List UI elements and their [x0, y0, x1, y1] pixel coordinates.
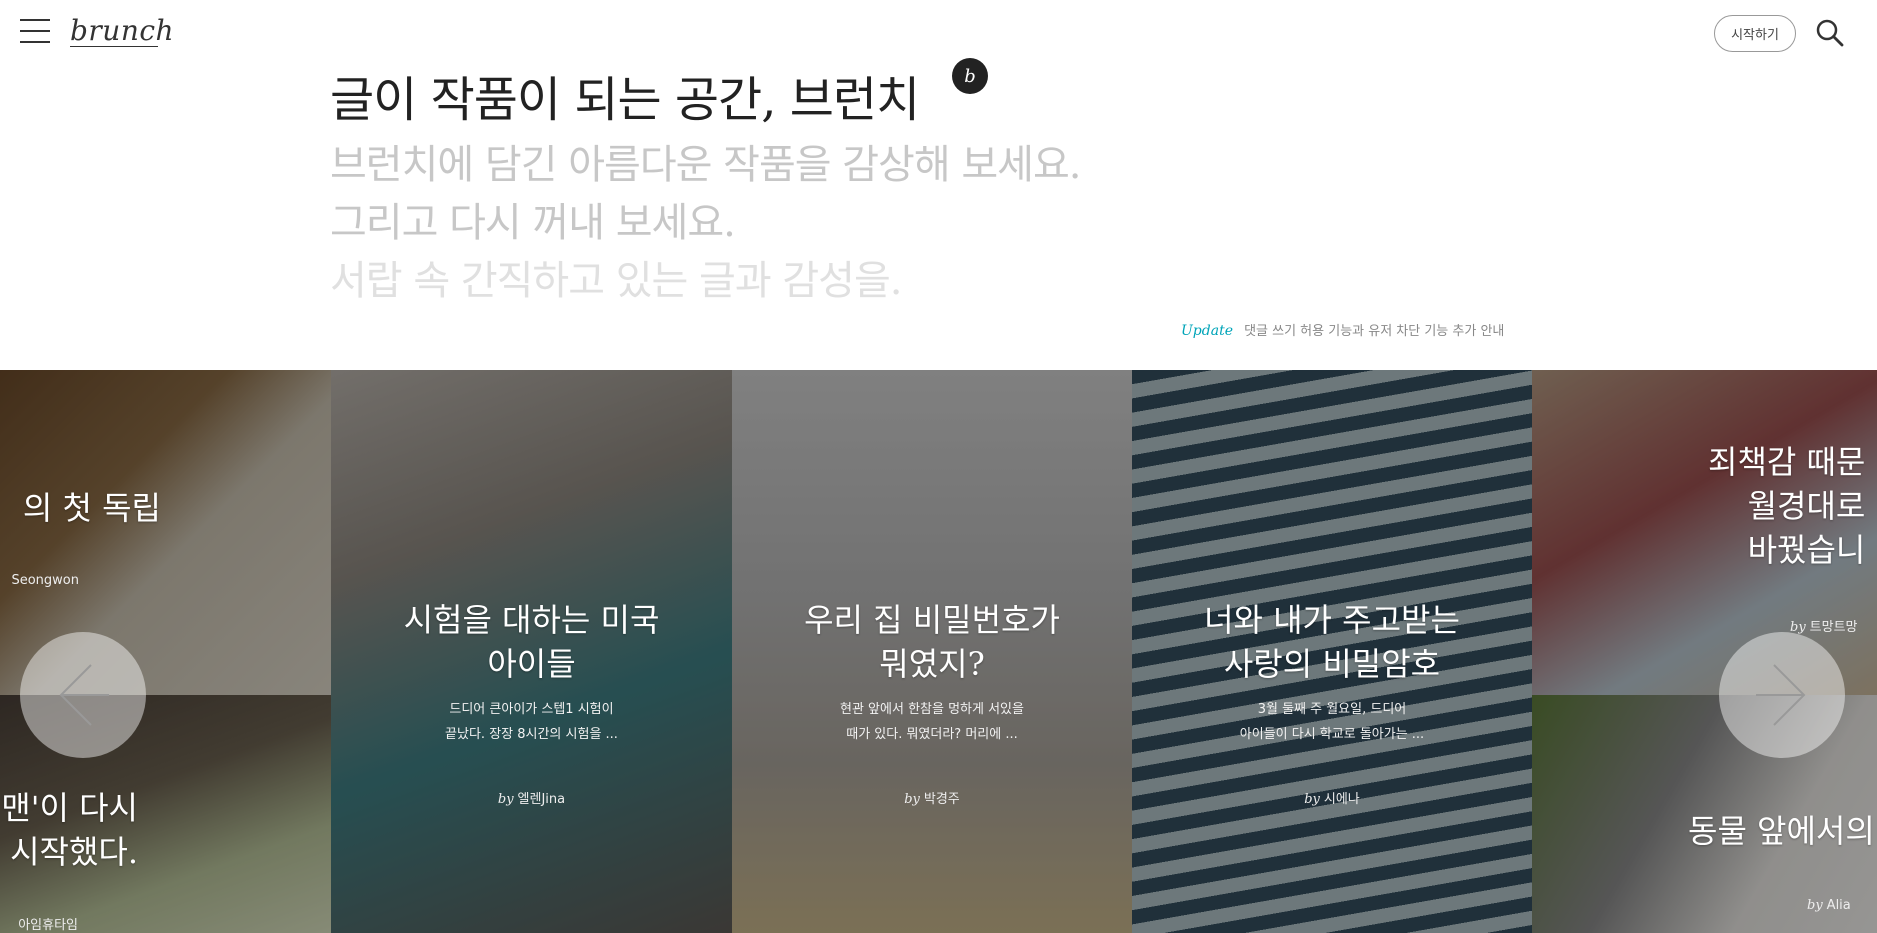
- card-desc-2: 때가 있다. 뭐였더라? 머리에 ...: [846, 727, 1018, 742]
- chevron-left-icon: [59, 664, 109, 726]
- update-notice: Update 댓글 쓰기 허용 기능과 유저 차단 기능 추가 안내: [1181, 320, 1504, 339]
- hero-line-3: 서랍 속 간직하고 있는 글과 감성을.: [330, 258, 902, 304]
- card-desc-2: 아이들이 다시 학교로 돌아가는 ...: [1239, 727, 1425, 742]
- card-title: 우리 집 비밀번호가 뭐였지?: [804, 601, 1060, 683]
- hamburger-icon: [20, 19, 50, 21]
- card-author: by Alia: [1807, 898, 1851, 913]
- brunch-logo[interactable]: brunch: [70, 14, 174, 47]
- logo-underline: [70, 46, 158, 47]
- card-desc-1: 3월 둘째 주 월요일, 드디어: [1257, 702, 1407, 717]
- hero-line-2: 그리고 다시 꺼내 보세요.: [330, 200, 736, 246]
- featured-cards: 의 첫 독립 Seongwon 맨'이 다시 시작했다. 아임휴타임 시험을 대…: [0, 370, 1877, 933]
- card-desc-1: 드디어 큰아이가 스텝1 시험이: [449, 702, 614, 717]
- search-button[interactable]: [1815, 18, 1845, 48]
- card-author: by 박경주: [904, 792, 960, 807]
- card-desc-1: 현관 앞에서 한참을 멍하게 서있을: [840, 702, 1024, 717]
- hero-title: 글이 작품이 되는 공간, 브런치: [330, 72, 920, 128]
- search-icon: [1816, 19, 1844, 47]
- card-desc-2: 끝났다. 장장 8시간의 시험을 ...: [445, 727, 618, 742]
- card-password[interactable]: 우리 집 비밀번호가 뭐였지? 현관 앞에서 한참을 멍하게 서있을 때가 있다…: [732, 370, 1132, 933]
- next-button[interactable]: [1719, 632, 1845, 758]
- card-title: 맨'이 다시 시작했다.: [1, 789, 138, 871]
- update-link[interactable]: 댓글 쓰기 허용 기능과 유저 차단 기능 추가 안내: [1244, 324, 1504, 339]
- start-button[interactable]: 시작하기: [1714, 15, 1796, 52]
- card-secret-code[interactable]: 너와 내가 주고받는 사랑의 비밀암호 3월 둘째 주 월요일, 드디어 아이들…: [1132, 370, 1532, 933]
- card-author: 아임휴타임: [18, 918, 78, 933]
- card-title: 시험을 대하는 미국 아이들: [403, 601, 660, 683]
- card-guilt[interactable]: 죄책감 때문 월경대로 바꿨습니 by 트망트망: [1532, 370, 1877, 695]
- card-title: 동물 앞에서의: [1688, 812, 1875, 850]
- card-title: 너와 내가 주고받는 사랑의 비밀암호: [1204, 601, 1460, 683]
- card-american-exam[interactable]: 시험을 대하는 미국 아이들 드디어 큰아이가 스텝1 시험이 끝났다. 장장 …: [331, 370, 732, 933]
- card-author: by 엘렌Jina: [497, 792, 566, 807]
- card-author: Seongwon: [11, 573, 79, 588]
- card-author: by 시에나: [1304, 792, 1360, 807]
- chevron-right-icon: [1756, 664, 1806, 726]
- update-tag: Update: [1181, 323, 1233, 339]
- card-title: 죄책감 때문 월경대로 바꿨습니: [1708, 443, 1866, 569]
- menu-button[interactable]: [20, 19, 50, 47]
- brunch-badge-icon: b: [952, 58, 988, 94]
- card-title: 의 첫 독립: [22, 489, 161, 527]
- card-author: by 트망트망: [1790, 620, 1858, 635]
- prev-button[interactable]: [20, 632, 146, 758]
- hero-line-1: 브런치에 담긴 아름다운 작품을 감상해 보세요.: [330, 142, 1081, 188]
